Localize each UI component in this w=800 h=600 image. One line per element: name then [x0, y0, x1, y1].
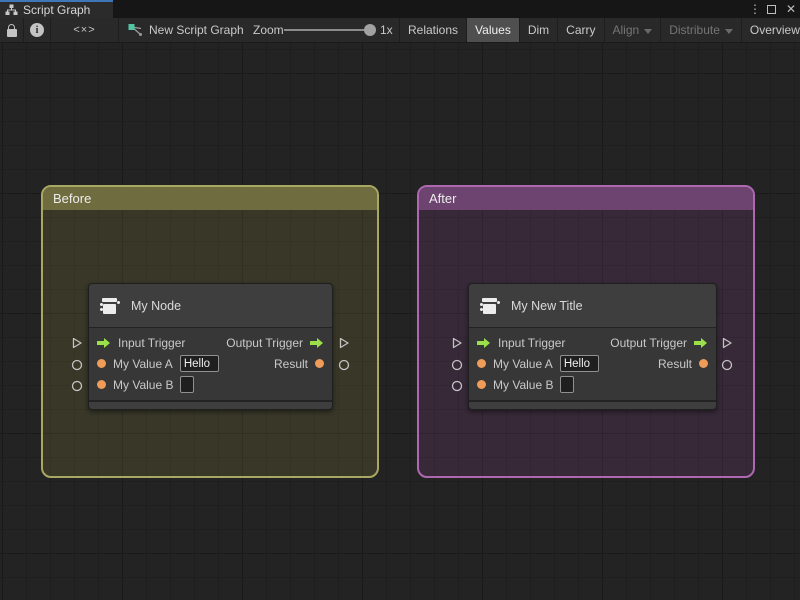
kebab-menu-icon: ⋮: [749, 2, 761, 16]
zoom-value-wrap: 1x: [380, 18, 393, 42]
flow-output-icon[interactable]: [694, 337, 708, 349]
port-triangle-icon: [722, 337, 732, 349]
node-footer: [469, 400, 716, 409]
value-b-field[interactable]: [180, 376, 195, 393]
lock-button[interactable]: [0, 18, 23, 42]
zoom-slider-knob[interactable]: [364, 24, 376, 36]
code-icon: <×>: [73, 24, 96, 36]
graph-toolbar: i <×> New Script Graph Zoom 1x Relations…: [0, 18, 800, 43]
port-triangle-icon: [452, 337, 462, 349]
node-my-new-title[interactable]: My New Title Input Trigger Output Trigge…: [468, 283, 717, 410]
external-flow-input-port[interactable]: [451, 337, 463, 349]
value-port-icon[interactable]: [315, 359, 324, 368]
info-icon: i: [30, 23, 44, 37]
group-before-label: Before: [53, 191, 92, 206]
values-button[interactable]: Values: [466, 18, 519, 42]
port-circle-icon: [71, 380, 83, 392]
node-body: Input Trigger Output Trigger My Value A …: [469, 328, 716, 400]
chevron-down-icon: [724, 28, 733, 34]
zoom-label: Zoom: [253, 23, 284, 37]
external-result-port[interactable]: [338, 359, 350, 371]
distribute-dropdown[interactable]: Distribute: [660, 18, 741, 42]
info-button[interactable]: i: [24, 18, 50, 42]
port-circle-icon: [721, 359, 733, 371]
node-my-node-header[interactable]: My Node: [89, 284, 332, 328]
external-value-a-port[interactable]: [71, 359, 83, 371]
align-dropdown[interactable]: Align: [603, 18, 661, 42]
overview-button[interactable]: Overview: [740, 18, 800, 42]
unit-node-icon: [478, 295, 500, 317]
port-row-value-a: My Value A Result: [469, 353, 716, 374]
external-value-b-port[interactable]: [451, 380, 463, 392]
value-port-icon[interactable]: [477, 359, 486, 368]
window-maximize-button[interactable]: [767, 0, 776, 18]
port-circle-icon: [338, 359, 350, 371]
port-row-trigger: Input Trigger Output Trigger: [469, 332, 716, 353]
value-a-field[interactable]: [559, 355, 599, 372]
graph-canvas[interactable]: Before After My Node Input Trigger Outpu…: [0, 43, 800, 600]
tab-script-graph[interactable]: Script Graph: [0, 0, 113, 18]
sitemap-icon: [5, 4, 18, 15]
external-value-a-port[interactable]: [451, 359, 463, 371]
value-port-icon[interactable]: [97, 359, 106, 368]
node-footer: [89, 400, 332, 409]
port-row-value-b: My Value B: [469, 374, 716, 395]
external-flow-output-port[interactable]: [721, 337, 733, 349]
zoom-value: 1x: [380, 23, 393, 37]
value-port-icon[interactable]: [699, 359, 708, 368]
external-flow-input-port[interactable]: [71, 337, 83, 349]
dim-button[interactable]: Dim: [518, 18, 557, 42]
value-port-icon[interactable]: [97, 380, 106, 389]
node-my-node[interactable]: My Node Input Trigger Output Trigger My …: [88, 283, 333, 410]
node-title: My New Title: [511, 298, 583, 313]
graph-name: New Script Graph: [149, 23, 244, 37]
chevron-down-icon: [644, 28, 653, 34]
value-a-field[interactable]: [179, 355, 219, 372]
port-circle-icon: [451, 380, 463, 392]
close-icon: ✕: [785, 2, 797, 16]
external-flow-output-port[interactable]: [338, 337, 350, 349]
window-close-button[interactable]: ✕: [784, 0, 798, 18]
code-view-button[interactable]: <×>: [51, 18, 118, 42]
tab-bar: Script Graph ⋮ ✕: [0, 0, 800, 18]
node-title: My Node: [131, 298, 182, 313]
node-body: Input Trigger Output Trigger My Value A …: [89, 328, 332, 400]
flow-input-icon[interactable]: [97, 337, 111, 349]
flow-input-icon[interactable]: [477, 337, 491, 349]
node-my-new-title-header[interactable]: My New Title: [469, 284, 716, 328]
tab-label: Script Graph: [23, 3, 91, 17]
external-value-b-port[interactable]: [71, 380, 83, 392]
port-row-trigger: Input Trigger Output Trigger: [89, 332, 332, 353]
port-circle-icon: [451, 359, 463, 371]
script-graph-window: { "window": { "tab_label": "Script Graph…: [0, 0, 800, 600]
port-triangle-icon: [339, 337, 349, 349]
port-circle-icon: [71, 359, 83, 371]
graph-breadcrumb[interactable]: New Script Graph: [128, 18, 244, 42]
group-after-label: After: [429, 191, 457, 206]
value-port-icon[interactable]: [477, 380, 486, 389]
zoom-slider-track: [284, 29, 370, 31]
window-menu-button[interactable]: ⋮: [749, 0, 761, 18]
relations-button[interactable]: Relations: [399, 18, 466, 42]
carry-button[interactable]: Carry: [557, 18, 603, 42]
port-row-value-a: My Value A Result: [89, 353, 332, 374]
unit-node-icon: [98, 295, 120, 317]
external-result-port[interactable]: [721, 359, 733, 371]
group-after-header[interactable]: After: [419, 187, 753, 210]
lock-icon: [6, 23, 17, 37]
maximize-icon: [767, 4, 776, 14]
port-row-value-b: My Value B: [89, 374, 332, 395]
value-b-field[interactable]: [560, 376, 575, 393]
flow-output-icon[interactable]: [310, 337, 324, 349]
port-triangle-icon: [72, 337, 82, 349]
toolbar-toggle-group: Relations Values Dim Carry Align Distrib…: [399, 18, 800, 42]
group-before-header[interactable]: Before: [43, 187, 377, 210]
zoom-slider[interactable]: [284, 18, 376, 42]
script-graph-icon: [128, 24, 142, 36]
zoom-label-wrap: Zoom: [253, 18, 284, 42]
